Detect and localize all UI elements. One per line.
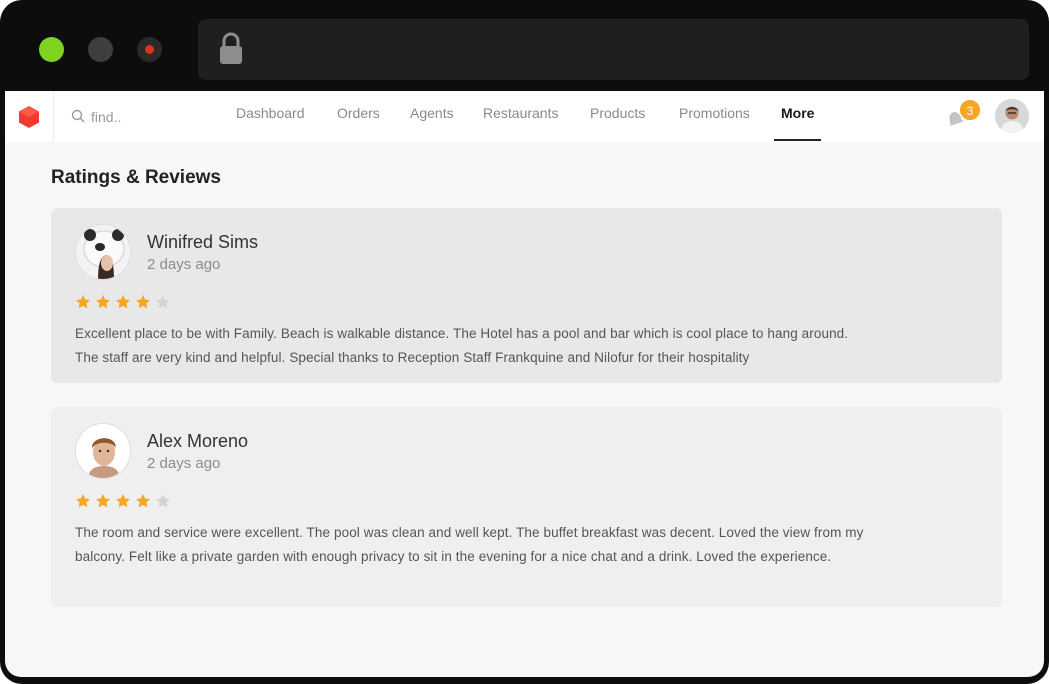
nav-item-agents[interactable]: Agents bbox=[410, 91, 454, 142]
window-titlebar bbox=[0, 0, 1049, 91]
star-filled-icon bbox=[116, 295, 130, 309]
review-date: 2 days ago bbox=[147, 455, 221, 472]
review-card: Winifred Sims 2 days ago Excellent place… bbox=[51, 208, 1002, 383]
star-filled-icon bbox=[136, 295, 150, 309]
review-text: The room and service were excellent. The… bbox=[75, 525, 864, 564]
logo-cell bbox=[5, 91, 54, 142]
notification-badge[interactable]: 3 bbox=[959, 99, 981, 121]
reviewer-name: Winifred Sims bbox=[147, 232, 259, 252]
user-avatar-image bbox=[995, 99, 1029, 133]
nav-item-promotions[interactable]: Promotions bbox=[679, 91, 750, 142]
review-text: Excellent place to be with Family. Beach… bbox=[75, 326, 849, 365]
star-filled-icon bbox=[76, 295, 90, 309]
nav-item-products[interactable]: Products bbox=[590, 91, 645, 142]
user-avatar[interactable] bbox=[995, 99, 1029, 133]
hexagon-logo-icon[interactable] bbox=[18, 105, 40, 129]
reviewer-avatar-image bbox=[76, 225, 130, 279]
device-frame: Dashboard Orders Agents Restaurants Prod… bbox=[0, 0, 1049, 684]
star-filled-icon bbox=[96, 295, 110, 309]
reviewer-avatar bbox=[75, 423, 131, 479]
app-screen: Dashboard Orders Agents Restaurants Prod… bbox=[5, 91, 1044, 677]
page-title: Ratings & Reviews bbox=[51, 167, 221, 188]
review-card: Alex Moreno 2 days ago The room and serv… bbox=[51, 407, 1002, 607]
review-date: 2 days ago bbox=[147, 256, 221, 273]
star-rating bbox=[75, 493, 171, 509]
nav-item-dashboard[interactable]: Dashboard bbox=[236, 91, 305, 142]
nav-item-orders[interactable]: Orders bbox=[337, 91, 380, 142]
nav-item-restaurants[interactable]: Restaurants bbox=[483, 91, 558, 142]
search-input[interactable] bbox=[91, 106, 211, 128]
star-empty-icon bbox=[156, 295, 170, 309]
nav-item-more[interactable]: More bbox=[773, 91, 823, 142]
window-maximize-button[interactable] bbox=[39, 37, 64, 62]
star-rating bbox=[75, 294, 171, 310]
top-navbar: Dashboard Orders Agents Restaurants Prod… bbox=[5, 91, 1044, 142]
window-close-button[interactable] bbox=[137, 37, 162, 62]
star-filled-icon bbox=[96, 494, 110, 508]
star-empty-icon bbox=[156, 494, 170, 508]
address-bar[interactable] bbox=[198, 19, 1029, 80]
search-icon bbox=[71, 109, 85, 123]
reviewer-name: Alex Moreno bbox=[147, 431, 249, 451]
star-filled-icon bbox=[136, 494, 150, 508]
window-minimize-button[interactable] bbox=[88, 37, 113, 62]
star-filled-icon bbox=[76, 494, 90, 508]
reviewer-avatar bbox=[75, 224, 131, 280]
lock-icon bbox=[220, 32, 242, 64]
star-filled-icon bbox=[116, 494, 130, 508]
reviewer-avatar-image bbox=[76, 424, 130, 478]
